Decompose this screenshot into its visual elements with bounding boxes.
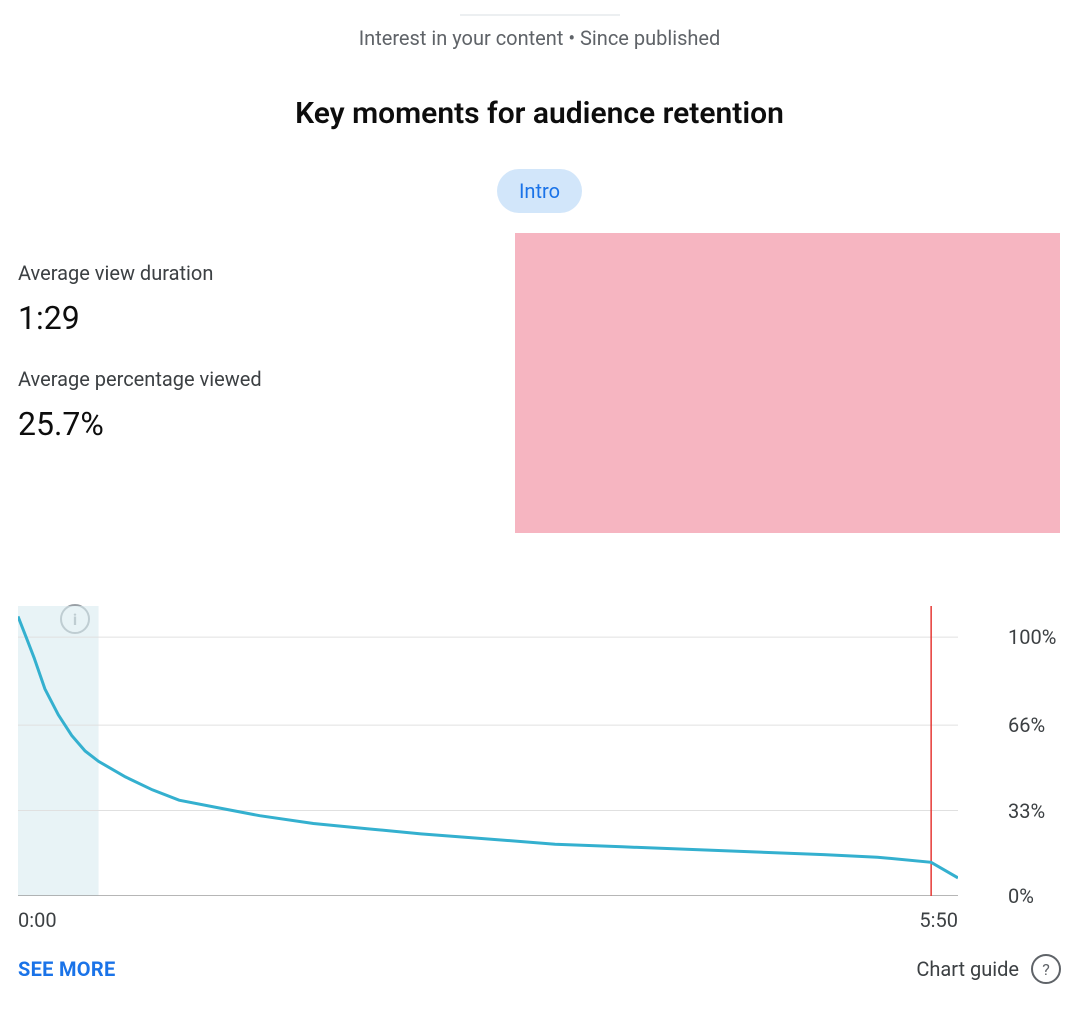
x-tick-end: 5:50 [919,908,958,932]
x-tick-start: 0:00 [18,908,57,932]
help-icon[interactable]: ? [1031,954,1061,984]
avg-view-duration-value: 1:29 [18,299,262,337]
y-tick-0: 0% [1008,884,1034,908]
y-tick-100: 100% [1008,625,1056,649]
retention-chart: i 100% 66% 33% 0% 0:00 5:50 [18,606,1061,908]
page-title: Key moments for audience retention [0,96,1079,131]
section-subtitle: Interest in your content • Since publish… [0,26,1079,50]
see-more-link[interactable]: SEE MORE [18,957,116,981]
avg-view-duration-label: Average view duration [18,261,262,285]
chart-guide-label: Chart guide [916,957,1019,981]
intro-chip[interactable]: Intro [497,169,582,213]
section-divider [460,14,620,16]
y-tick-33: 33% [1008,799,1045,823]
avg-percent-viewed-label: Average percentage viewed [18,367,262,391]
y-tick-66: 66% [1008,713,1045,737]
retention-chart-svg [18,606,958,896]
video-thumbnail[interactable] [515,233,1060,533]
avg-percent-viewed-value: 25.7% [18,405,262,443]
